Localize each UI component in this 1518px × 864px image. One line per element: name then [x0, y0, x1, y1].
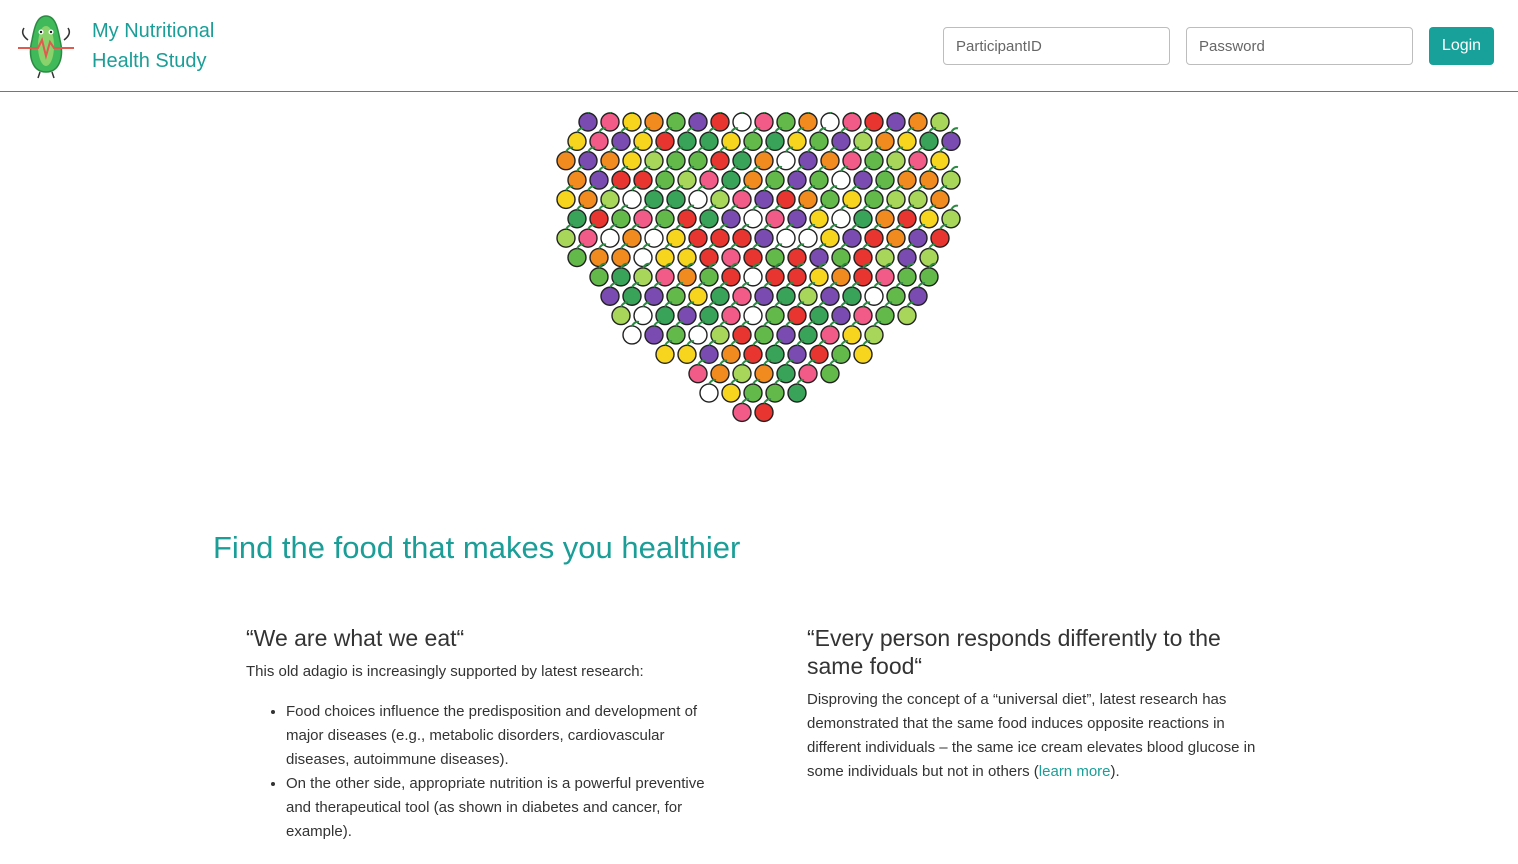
- left-column: “We are what we eat“ This old adagio is …: [246, 624, 716, 844]
- left-heading: “We are what we eat“: [246, 625, 465, 651]
- brand-link[interactable]: My Nutritional Health Study: [16, 12, 214, 80]
- login-form: Login: [943, 27, 1494, 65]
- fruit-icon: [732, 398, 752, 423]
- left-intro: This old adagio is increasingly supporte…: [246, 663, 644, 680]
- fruit-icon: [677, 340, 697, 365]
- right-text-before-link: Disproving the concept of a “universal d…: [807, 691, 1256, 780]
- fruit-icon: [600, 282, 620, 306]
- fruit-icon: [644, 320, 664, 345]
- fruit-icon: [787, 378, 807, 403]
- fruit-icon: [556, 185, 576, 210]
- fruit-icon: [699, 378, 719, 403]
- brand-line-1: My Nutritional: [92, 20, 215, 42]
- navbar: My Nutritional Health Study Login: [0, 0, 1518, 92]
- fruit-icon: [820, 359, 840, 384]
- brand-line-2: Health Study: [92, 50, 207, 72]
- fruit-icon: [721, 378, 741, 403]
- right-heading: “Every person responds differently to th…: [807, 625, 1221, 679]
- fruit-icon: [688, 359, 708, 384]
- fruit-icon: [897, 301, 917, 326]
- fruit-icon: [556, 146, 576, 171]
- brand-text: My Nutritional Health Study: [92, 16, 214, 76]
- right-text-after-link: ).: [1110, 763, 1120, 780]
- fruit-icon: [567, 243, 587, 268]
- right-column: “Every person responds differently to th…: [807, 624, 1277, 784]
- left-bullet-list: Food choices influence the predispositio…: [246, 700, 716, 844]
- participant-id-input[interactable]: [943, 27, 1170, 65]
- login-button[interactable]: Login: [1429, 27, 1494, 65]
- fruit-heart-svg: [556, 107, 961, 423]
- fruit-icon: [754, 398, 774, 423]
- list-item: On the other side, appropriate nutrition…: [286, 772, 716, 844]
- right-paragraph: Disproving the concept of a “universal d…: [807, 688, 1277, 784]
- learn-more-link[interactable]: learn more: [1039, 763, 1111, 780]
- password-input[interactable]: [1186, 27, 1413, 65]
- fruit-heart-illustration: [536, 107, 982, 516]
- fruit-icon: [622, 320, 642, 345]
- fruit-icon: [655, 340, 675, 365]
- fruit-icon: [589, 262, 609, 287]
- fruit-icon: [556, 224, 576, 248]
- hero-title: Find the food that makes you healthier: [213, 530, 741, 565]
- list-item: Food choices influence the predispositio…: [286, 700, 716, 772]
- fruit-icon: [611, 301, 631, 326]
- fruit-icon: [853, 340, 873, 365]
- avocado-mascot-icon: [18, 15, 74, 79]
